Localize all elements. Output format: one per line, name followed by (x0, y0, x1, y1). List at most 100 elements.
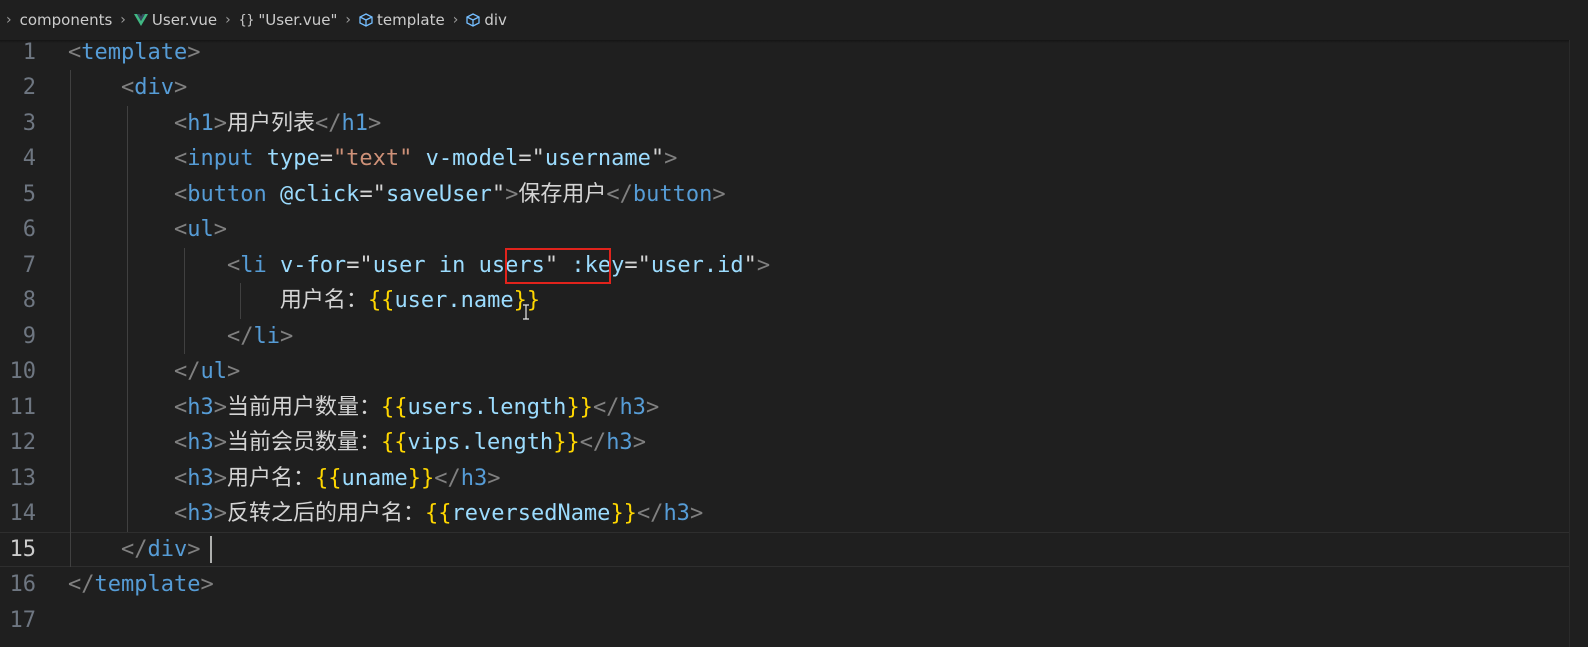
code-line[interactable]: 5 <button @click="saveUser">保存用户</button… (0, 177, 1570, 213)
code-token: </ (579, 430, 607, 455)
code-text: <div> (68, 70, 187, 106)
code-line[interactable]: 14 <h3>反转之后的用户名：{{reversedName}}</h3> (0, 496, 1570, 532)
code-token: < (173, 430, 188, 455)
code-text: </ul> (68, 354, 240, 390)
chevron-right-icon: › (6, 12, 12, 28)
code-line[interactable]: 13 <h3>用户名：{{uname}}</h3> (0, 461, 1570, 497)
code-line[interactable]: 8 用户名：{{user.name}} (0, 283, 1570, 319)
code-text: <h3>反转之后的用户名：{{reversedName}}</h3> (68, 496, 703, 532)
code-line[interactable]: 9 </li> (0, 319, 1570, 355)
code-token: < (226, 252, 241, 278)
line-number: 10 (9, 359, 37, 384)
code-line[interactable]: 6 <ul> (0, 212, 1570, 248)
code-text: 用户名：{{user.name}} (68, 283, 540, 319)
line-number: 16 (9, 572, 37, 597)
breadcrumb-item-file[interactable]: User.vue (133, 11, 217, 29)
code-token: > (213, 217, 227, 242)
ibeam-cursor-icon (523, 304, 529, 320)
code-token: h3 (187, 465, 214, 491)
code-token: < (68, 39, 82, 65)
code-token: > (505, 181, 519, 207)
code-token: h3 (187, 430, 214, 455)
breadcrumb-item-components[interactable]: components (20, 11, 113, 29)
code-line[interactable]: 4 <input type="text" v-model="username"> (0, 141, 1570, 177)
cube-icon (359, 13, 373, 27)
code-token: < (173, 110, 188, 136)
code-text: <h1>用户列表</h1> (68, 106, 381, 142)
breadcrumb-item-div[interactable]: div (466, 11, 507, 29)
code-token: > (213, 501, 227, 526)
code-text: </template> (68, 567, 214, 603)
code-token: h3 (619, 394, 646, 420)
code-token: </ (592, 394, 620, 420)
code-token: < (173, 465, 188, 491)
code-line[interactable]: 2 <div> (0, 70, 1570, 106)
code-line[interactable]: 3 <h1>用户列表</h1> (0, 106, 1570, 142)
code-text: </div> (68, 532, 201, 568)
code-token: " (491, 181, 506, 207)
code-editor-screenshot: › components › User.vue › {} "User.vue" … (0, 0, 1588, 647)
breadcrumb-item-module[interactable]: {} "User.vue" (239, 11, 338, 29)
code-text: <input type="text" v-model="username"> (68, 141, 677, 177)
code-token: > (712, 181, 726, 207)
code-token: h3 (187, 394, 214, 420)
code-line[interactable]: 7 <li v-for="user in users" :key="user.i… (0, 248, 1570, 284)
code-text: <li v-for="user in users" :key="user.id"… (68, 248, 770, 284)
code-token: > (187, 536, 201, 562)
code-token: > (187, 39, 201, 65)
code-token: "text" (332, 146, 413, 171)
vertical-scrollbar[interactable] (1569, 40, 1588, 647)
line-number: 7 (22, 252, 36, 278)
code-token: " (650, 146, 665, 171)
code-token: }} (566, 394, 593, 420)
code-line[interactable]: 17 (0, 603, 1570, 639)
code-token: < (173, 394, 188, 420)
text-caret (210, 535, 212, 563)
code-line[interactable]: 15 </div> (0, 532, 1570, 568)
code-line[interactable]: 1 <template> (0, 35, 1570, 71)
code-token: template (94, 572, 201, 597)
cube-icon (466, 13, 480, 27)
code-token: </ (314, 110, 342, 136)
breadcrumb-item-template[interactable]: template (359, 11, 445, 29)
code-token: li (253, 323, 280, 349)
code-line[interactable]: 10 </ul> (0, 354, 1570, 390)
code-token: > (689, 501, 704, 526)
line-number: 11 (9, 394, 37, 420)
code-token: </ (226, 323, 254, 349)
code-line[interactable]: 16 </template> (0, 567, 1570, 603)
code-text: <ul> (68, 212, 227, 248)
code-token: {{ (424, 501, 452, 526)
line-number: 3 (22, 110, 36, 136)
code-token: template (81, 39, 188, 65)
code-line[interactable]: 11 <h3>当前用户数量：{{users.length}}</h3> (0, 390, 1570, 426)
code-token: < (173, 217, 188, 242)
code-token: 反转之后的用户名： (226, 501, 425, 526)
code-token: < (173, 181, 188, 207)
code-token: 用户名： (226, 465, 315, 491)
code-token: > (213, 110, 227, 136)
code-token: vips.length (407, 430, 554, 455)
code-token: h3 (606, 430, 633, 455)
code-token: input (187, 146, 254, 171)
code-token: user.id (650, 252, 744, 278)
line-number: 5 (22, 181, 36, 207)
code-token: > (756, 252, 771, 278)
annotation-highlight-box (505, 247, 611, 284)
code-token: </ (173, 359, 201, 384)
code-line[interactable]: 12 <h3>当前会员数量：{{vips.length}}</h3> (0, 425, 1570, 461)
code-token: button (187, 181, 267, 207)
code-token: ul (200, 359, 227, 384)
code-token: type (266, 146, 320, 171)
code-token: =" (359, 181, 386, 207)
code-token: > (645, 394, 660, 420)
code-token: </ (120, 536, 148, 562)
